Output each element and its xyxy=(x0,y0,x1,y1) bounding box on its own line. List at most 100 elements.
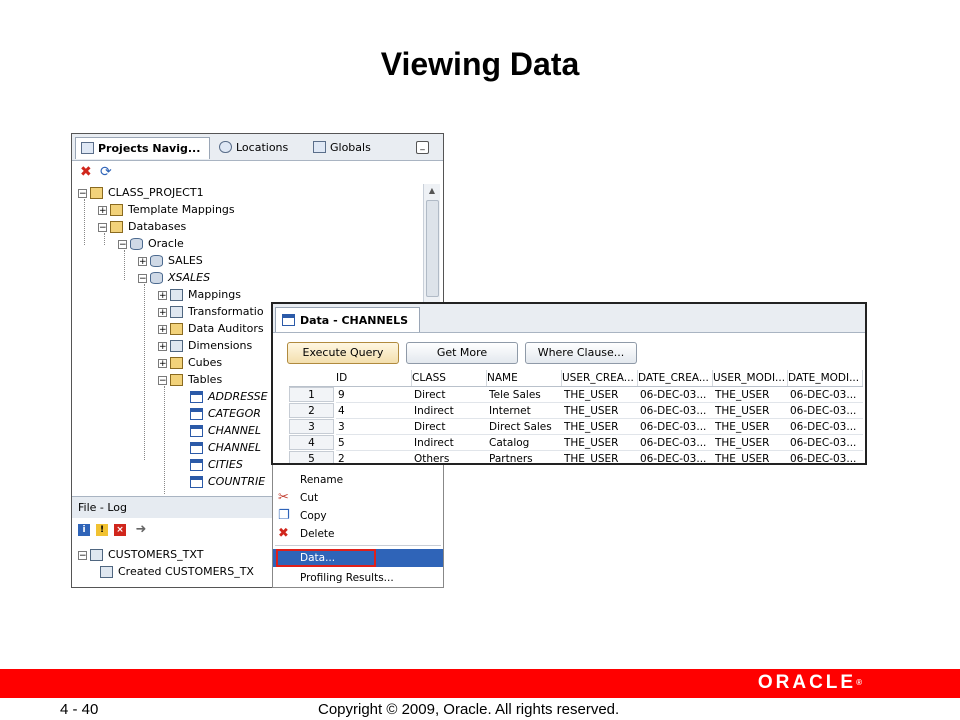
scroll-thumb[interactable] xyxy=(426,200,439,297)
log-entry[interactable]: Created CUSTOMERS_TX xyxy=(100,563,254,580)
warning-icon[interactable]: ! xyxy=(96,524,108,536)
menu-item-delete[interactable]: ✖ Delete xyxy=(273,525,443,543)
minimize-button[interactable]: _ xyxy=(416,141,429,154)
tree-node[interactable]: CITIES xyxy=(178,456,243,473)
tab-projects-navigator[interactable]: Projects Navig... xyxy=(75,137,210,159)
table-cell[interactable]: THE_USER xyxy=(564,419,636,435)
arrow-right-icon[interactable]: ➜ xyxy=(134,523,148,536)
menu-item-cut[interactable]: ✂ Cut xyxy=(273,489,443,507)
menu-item-profiling-results[interactable]: Profiling Results... xyxy=(273,569,443,587)
tree-node[interactable]: CATEGOR xyxy=(178,405,261,422)
expand-icon[interactable]: + xyxy=(158,341,167,351)
table-cell[interactable]: THE_USER xyxy=(715,387,786,403)
expand-icon[interactable]: + xyxy=(98,205,107,215)
tree-node[interactable]: − CLASS_PROJECT1 xyxy=(78,184,204,201)
table-cell[interactable]: 06-DEC-03... xyxy=(640,419,711,435)
scroll-up-icon[interactable]: ▲ xyxy=(424,184,440,198)
table-cell[interactable]: THE_USER xyxy=(564,403,636,419)
table-cell[interactable]: 9 xyxy=(338,387,410,403)
column-header[interactable]: ID xyxy=(336,370,412,386)
tab-globals[interactable]: Globals xyxy=(308,137,398,159)
tree-node[interactable]: COUNTRIE xyxy=(178,473,265,490)
table-cell[interactable]: 5 xyxy=(338,435,410,451)
menu-item-copy[interactable]: ❐ Copy xyxy=(273,507,443,525)
collapse-icon[interactable]: − xyxy=(158,375,167,385)
tree-node[interactable]: + SALES xyxy=(138,252,203,269)
column-header[interactable]: CLASS xyxy=(412,370,487,386)
tree-node[interactable]: + Transformatio xyxy=(158,303,264,320)
table-cell[interactable]: 06-DEC-03... xyxy=(790,451,861,463)
table-cell[interactable]: THE_USER xyxy=(715,435,786,451)
table-cell[interactable]: Partners xyxy=(489,451,560,463)
table-cell[interactable]: 06-DEC-03... xyxy=(790,387,861,403)
table-cell[interactable]: Catalog xyxy=(489,435,560,451)
column-header[interactable]: USER_CREA... xyxy=(562,370,638,386)
table-cell[interactable]: 2 xyxy=(338,451,410,463)
error-icon[interactable]: × xyxy=(114,524,126,536)
tree-node[interactable]: + Cubes xyxy=(158,354,222,371)
expand-icon[interactable]: + xyxy=(158,290,167,300)
tree-node[interactable]: CHANNEL xyxy=(178,439,261,456)
execute-query-button[interactable]: Execute Query xyxy=(287,342,399,364)
get-more-button[interactable]: Get More xyxy=(406,342,518,364)
table-cell[interactable]: THE_USER xyxy=(715,451,786,463)
table-cell[interactable]: Direct xyxy=(414,419,485,435)
table-cell[interactable]: 06-DEC-03... xyxy=(640,387,711,403)
tree-node[interactable]: − Databases xyxy=(98,218,186,235)
column-header[interactable]: USER_MODI... xyxy=(713,370,788,386)
row-number[interactable]: 4 xyxy=(289,435,334,450)
where-clause-button[interactable]: Where Clause... xyxy=(525,342,637,364)
tree-node[interactable]: + Dimensions xyxy=(158,337,252,354)
delete-icon[interactable]: ✖ xyxy=(80,164,92,180)
table-cell[interactable]: 06-DEC-03... xyxy=(640,403,711,419)
table-cell[interactable]: Tele Sales xyxy=(489,387,560,403)
collapse-icon[interactable]: − xyxy=(78,188,87,198)
tab-locations[interactable]: Locations xyxy=(214,137,304,159)
table-cell[interactable]: 06-DEC-03... xyxy=(790,419,861,435)
tab-data-channels[interactable]: Data - CHANNELS xyxy=(275,307,420,332)
collapse-icon[interactable]: − xyxy=(98,222,107,232)
table-cell[interactable]: 06-DEC-03... xyxy=(640,451,711,463)
expand-icon[interactable]: + xyxy=(158,307,167,317)
table-cell[interactable]: THE_USER xyxy=(564,387,636,403)
row-number[interactable]: 3 xyxy=(289,419,334,434)
row-number[interactable]: 2 xyxy=(289,403,334,418)
table-cell[interactable]: 4 xyxy=(338,403,410,419)
tree-node[interactable]: CHANNEL xyxy=(178,422,261,439)
table-cell[interactable]: THE_USER xyxy=(715,403,786,419)
table-cell[interactable]: 3 xyxy=(338,419,410,435)
table-cell[interactable]: Internet xyxy=(489,403,560,419)
table-cell[interactable]: Indirect xyxy=(414,403,485,419)
table-cell[interactable]: 06-DEC-03... xyxy=(640,435,711,451)
table-cell[interactable]: Indirect xyxy=(414,435,485,451)
tree-node[interactable]: − Tables xyxy=(158,371,222,388)
tree-node[interactable]: − Oracle xyxy=(118,235,184,252)
table-cell[interactable]: Direct Sales xyxy=(489,419,560,435)
column-header[interactable]: DATE_MODI... xyxy=(788,370,863,386)
collapse-icon[interactable]: − xyxy=(118,239,127,249)
row-number[interactable]: 5 xyxy=(289,451,334,463)
tree-node[interactable]: − XSALES xyxy=(138,269,210,286)
row-number[interactable]: 1 xyxy=(289,387,334,402)
info-icon[interactable]: i xyxy=(78,524,90,536)
tree-node[interactable]: + Data Auditors xyxy=(158,320,264,337)
refresh-icon[interactable]: ⟳ xyxy=(100,164,112,180)
table-cell[interactable]: THE_USER xyxy=(564,435,636,451)
table-cell[interactable]: 06-DEC-03... xyxy=(790,435,861,451)
log-entry[interactable]: − CUSTOMERS_TXT xyxy=(78,546,203,563)
table-cell[interactable]: THE_USER xyxy=(715,419,786,435)
collapse-icon[interactable]: − xyxy=(78,550,87,560)
expand-icon[interactable]: + xyxy=(138,256,147,266)
table-cell[interactable]: 06-DEC-03... xyxy=(790,403,861,419)
tree-node[interactable]: + Mappings xyxy=(158,286,241,303)
table-cell[interactable]: THE_USER xyxy=(564,451,636,463)
column-header[interactable]: DATE_CREA... xyxy=(638,370,713,386)
expand-icon[interactable]: + xyxy=(158,358,167,368)
table-cell[interactable]: Direct xyxy=(414,387,485,403)
table-cell[interactable]: Others xyxy=(414,451,485,463)
column-header[interactable]: NAME xyxy=(487,370,562,386)
collapse-icon[interactable]: − xyxy=(138,273,147,283)
tree-node[interactable]: ADDRESSE xyxy=(178,388,268,405)
tree-node[interactable]: + Template Mappings xyxy=(98,201,235,218)
expand-icon[interactable]: + xyxy=(158,324,167,334)
